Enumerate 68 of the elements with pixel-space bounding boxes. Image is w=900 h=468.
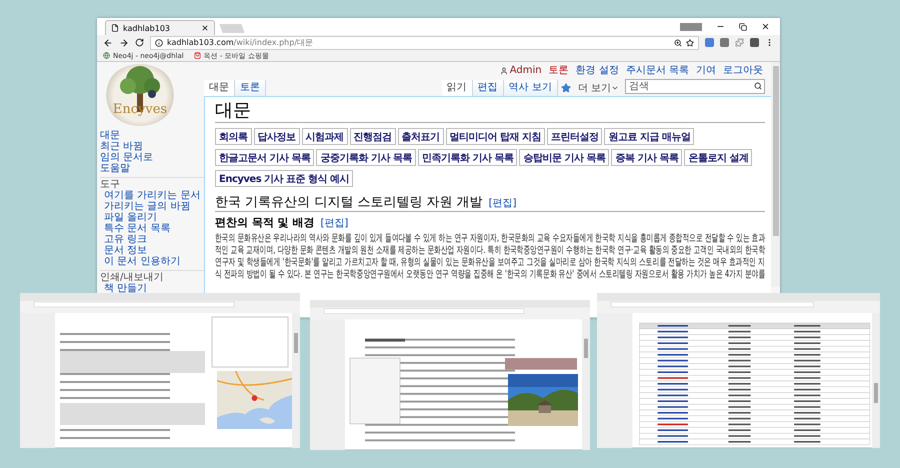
sidebar-link[interactable]: 최근 바뀜 bbox=[100, 141, 204, 152]
scrollbar[interactable] bbox=[771, 62, 780, 287]
personal-link[interactable]: 로그아웃 bbox=[723, 64, 763, 77]
address-field[interactable]: kadhlab103.com/wiki/index.php/대문 bbox=[150, 36, 699, 50]
forward-icon[interactable] bbox=[119, 38, 129, 48]
sidebar-link[interactable]: 대문 bbox=[100, 130, 204, 141]
sidebar-link[interactable]: 특수 문서 목록 bbox=[100, 223, 204, 234]
link-button[interactable]: 시험과제 bbox=[302, 128, 348, 145]
more-menu[interactable]: 더 보기 bbox=[574, 80, 623, 96]
link-button[interactable]: 멀티미디어 탑재 지침 bbox=[446, 128, 545, 145]
star-icon[interactable] bbox=[686, 38, 694, 46]
view-tab[interactable]: 읽기 bbox=[442, 80, 473, 96]
link-button[interactable]: 진행점검 bbox=[350, 128, 396, 145]
link-button[interactable]: 답사정보 bbox=[254, 128, 300, 145]
link-button[interactable]: 민족기록화 기사 목록 bbox=[418, 149, 518, 166]
link-button[interactable]: 궁중기록화 기사 목록 bbox=[316, 149, 416, 166]
view-tab[interactable]: 편집 bbox=[472, 80, 504, 96]
sidebar-link[interactable]: 이 문서 인용하기 bbox=[100, 256, 204, 267]
sidebar-link[interactable]: 고유 링크 bbox=[100, 234, 204, 245]
search-icon[interactable] bbox=[754, 82, 762, 90]
sidebar-link[interactable]: 문서 정보 bbox=[100, 245, 204, 256]
close-icon[interactable] bbox=[201, 24, 209, 32]
personal-link[interactable]: 기여 bbox=[696, 64, 716, 77]
extension-icon[interactable] bbox=[750, 38, 759, 47]
sidebar-link[interactable]: 가리키는 글의 바뀜 bbox=[100, 201, 204, 212]
edit-link[interactable]: [편집] bbox=[320, 216, 348, 230]
shopping-bag-icon bbox=[194, 52, 201, 59]
link-button[interactable]: 온톨로지 설계 bbox=[684, 149, 752, 166]
watch-star-icon[interactable] bbox=[560, 83, 571, 93]
personal-link[interactable]: 주시문서 목록 bbox=[626, 64, 689, 77]
link-button[interactable]: 원고료 지급 매뉴얼 bbox=[604, 128, 694, 145]
link-button[interactable]: 승탑비문 기사 목록 bbox=[519, 149, 610, 166]
link-button[interactable]: 한글고문서 기사 목록 bbox=[215, 149, 314, 166]
page-icon bbox=[111, 24, 119, 32]
edit-link[interactable]: [편집] bbox=[488, 196, 516, 210]
page-tab[interactable]: 토론 bbox=[235, 80, 266, 96]
profile-badge-icon[interactable] bbox=[680, 22, 702, 30]
search-field[interactable]: 검색 bbox=[625, 79, 765, 94]
link-button[interactable]: 증복 기사 목록 bbox=[611, 149, 682, 166]
personal-link[interactable]: 토론 bbox=[548, 64, 569, 77]
back-icon[interactable] bbox=[103, 38, 113, 48]
page-title: 대문 bbox=[215, 100, 765, 123]
browser-tab[interactable]: kadhlab103 bbox=[105, 20, 215, 35]
sidebar-link[interactable]: 임의 문서로 bbox=[100, 152, 204, 163]
caret-icon bbox=[611, 84, 619, 92]
subsection-heading: 편찬의 목적 및 배경 bbox=[215, 216, 314, 230]
page-tab[interactable]: 대문 bbox=[204, 80, 235, 96]
link-button[interactable]: 프린터설정 bbox=[546, 128, 602, 145]
link-button[interactable]: Encyves 기사 표준 형식 예시 bbox=[215, 170, 354, 187]
info-icon bbox=[155, 38, 163, 46]
restore-icon[interactable] bbox=[739, 22, 747, 30]
body-paragraph: 한국의 문화유산은 우리나라의 역사와 문화를 깊이 있게 들여다볼 수 있게 하는 연구 자원이자, 한국문화의 교육 수요자들에게 한국학 지식을 흥미롭게 종합적으로 전달할 수 있는 효과 적인 교육 교재이며, 다양한 문화 콘텐츠 개발의 원천 소재를 제공하는 문화산업 자원이다. 특히 한국학중앙연구원이 수행하는 한국학 연구·교육 활동의 중요한 고객인 국내외의 한국학 연구자 및 학생들에게 '한국문화'를 알리고 가르치고자 할 때, 유형의 실물이 있는 문화유산을 보여주고 그것을 실마리로 삼아 한국학 지식의 스토리를 전달하는 것은 매우 효과적인 지 식 전파의 방법이 될 수 있다. 본 연구는 한국학중앙연구원에서 오랫동안 연구 역량을 집중해 온 '한국의 기록문화 유산' 중에서 스토리텔링 자원으로서 활용 가치가 높은 4가지 분야를 bbox=[215, 233, 765, 281]
sidebar-link[interactable]: 도움말 bbox=[100, 163, 204, 174]
personal-link[interactable]: Admin bbox=[500, 64, 542, 77]
zoom-icon[interactable] bbox=[674, 38, 682, 46]
sidebar-link[interactable]: 파일 올리기 bbox=[100, 212, 204, 223]
user-icon bbox=[500, 66, 508, 74]
sidebar-link[interactable]: 책 만들기 bbox=[100, 283, 204, 294]
reload-icon[interactable] bbox=[135, 38, 144, 47]
puzzle-icon[interactable] bbox=[735, 38, 744, 47]
link-button[interactable]: 출처표기 bbox=[398, 128, 444, 145]
personal-link[interactable]: 환경 설정 bbox=[576, 64, 619, 77]
globe-icon bbox=[103, 52, 110, 59]
link-button[interactable]: 회의록 bbox=[215, 128, 252, 145]
section-heading: 한국 기록유산의 디지털 스토리텔링 자원 개발 bbox=[215, 194, 483, 211]
close-icon[interactable] bbox=[761, 22, 770, 31]
sidebar-link[interactable]: 여기를 가리키는 문서 bbox=[100, 190, 204, 201]
view-tab[interactable]: 역사 보기 bbox=[504, 80, 558, 96]
